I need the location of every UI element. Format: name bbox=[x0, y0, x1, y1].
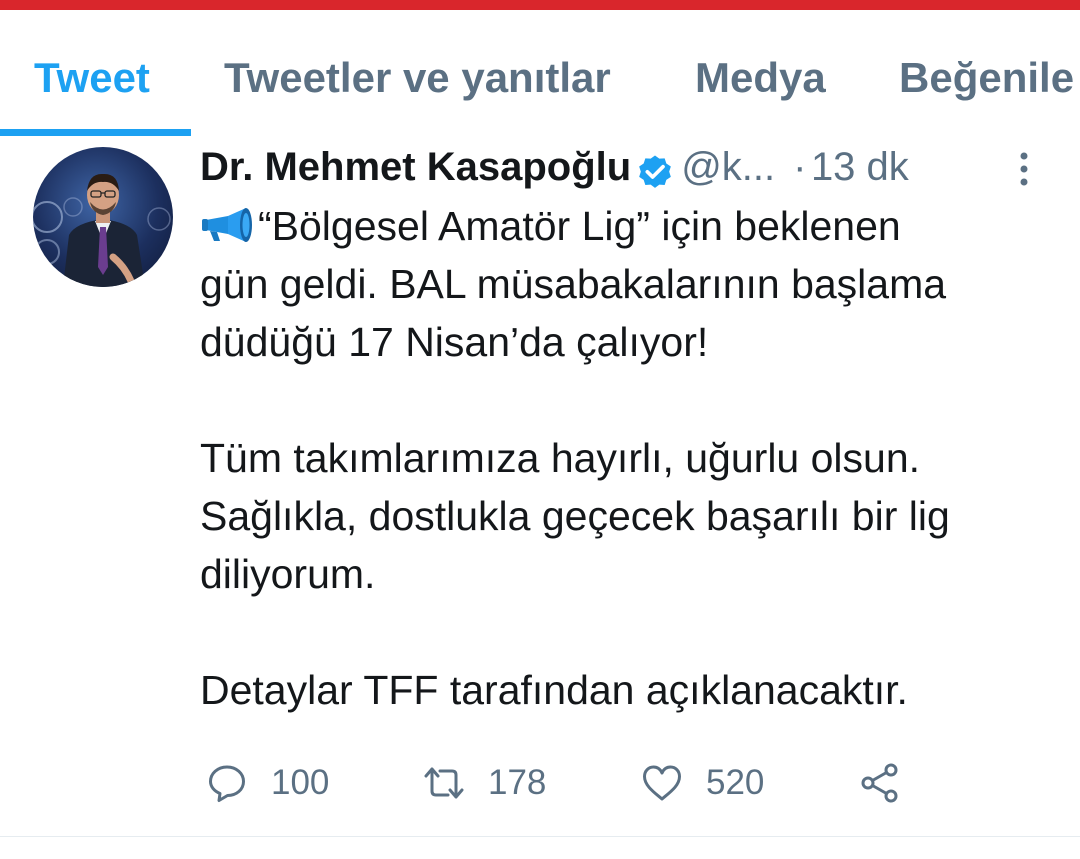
tweet-timestamp[interactable]: 13 dk bbox=[811, 145, 909, 189]
tab-tweets-and-replies[interactable]: Tweetler ve yanıtlar bbox=[224, 50, 611, 106]
tab-tweet[interactable]: Tweet bbox=[34, 50, 150, 106]
tweet-header: Dr. Mehmet Kasapoğlu @k... · 13 dk bbox=[200, 139, 909, 195]
tab-likes[interactable]: Beğenile bbox=[899, 50, 1074, 106]
retweet-button[interactable]: 178 bbox=[422, 761, 546, 805]
reply-icon bbox=[209, 765, 245, 802]
author-handle[interactable]: @k... bbox=[681, 145, 775, 189]
reply-button[interactable]: 100 bbox=[205, 761, 329, 805]
avatar[interactable] bbox=[33, 147, 173, 287]
tweet-text-line: gün geldi. BAL müsabakalarının başlama bbox=[200, 261, 947, 307]
heart-icon bbox=[643, 765, 681, 801]
profile-photo bbox=[33, 173, 171, 287]
bottom-divider bbox=[0, 836, 1080, 837]
tweet-text-line: Sağlıkla, dostlukla geçecek başarılı bir… bbox=[200, 493, 950, 539]
tweet-text-line: Detaylar TFF tarafından açıklanacaktır. bbox=[200, 667, 908, 713]
more-options-icon[interactable] bbox=[1014, 149, 1034, 189]
verified-badge-icon bbox=[639, 155, 672, 188]
tweet-text-line: Tüm takımlarımıza hayırlı, uğurlu olsun. bbox=[200, 435, 921, 481]
tweet-text-line: “Bölgesel Amatör Lig” için beklenen bbox=[258, 203, 901, 249]
tweet-actions: 100 178 520 bbox=[0, 757, 1080, 817]
like-count: 520 bbox=[706, 763, 765, 802]
share-icon bbox=[861, 763, 898, 803]
megaphone-icon bbox=[202, 208, 252, 243]
profile-tabs: Tweet Tweetler ve yanıtlar Medya Beğenil… bbox=[0, 10, 1080, 136]
retweet-count: 178 bbox=[488, 763, 547, 802]
share-button[interactable] bbox=[858, 761, 902, 805]
author-name[interactable]: Dr. Mehmet Kasapoğlu bbox=[200, 145, 631, 189]
top-status-strip bbox=[0, 0, 1080, 10]
tweet[interactable]: Dr. Mehmet Kasapoğlu @k... · 13 dk “Bölge… bbox=[0, 137, 1080, 837]
tweet-text-line: düdüğü 17 Nisan’da çalıyor! bbox=[200, 319, 709, 365]
tab-media[interactable]: Medya bbox=[695, 50, 826, 106]
like-button[interactable]: 520 bbox=[640, 761, 764, 805]
reply-count: 100 bbox=[271, 763, 330, 802]
header-separator: · bbox=[793, 145, 807, 189]
active-tab-indicator bbox=[0, 129, 191, 136]
tweet-text-line: diliyorum. bbox=[200, 551, 376, 597]
tweet-text: “Bölgesel Amatör Lig” için beklenen gün … bbox=[200, 197, 1060, 719]
retweet-icon bbox=[424, 767, 464, 799]
